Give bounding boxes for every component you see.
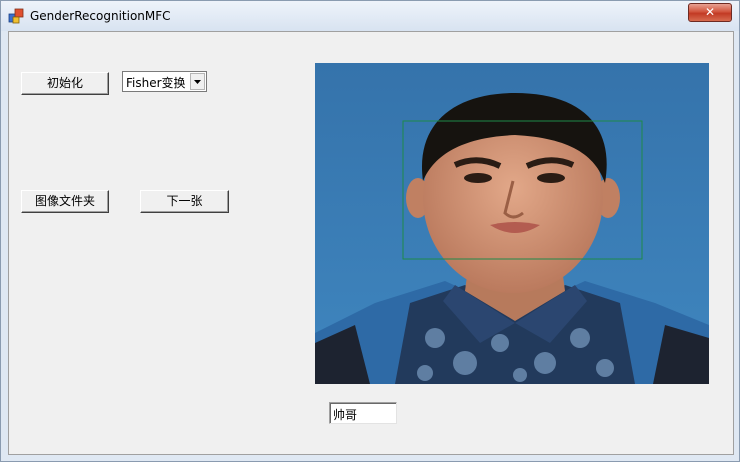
init-button[interactable]: 初始化: [21, 72, 109, 95]
dialog-client-area: 初始化 Fisher变换 图像文件夹 下一张 帅哥: [8, 31, 734, 455]
method-select-value: Fisher变换: [126, 76, 186, 90]
dropdown-arrow-button[interactable]: [190, 73, 205, 90]
image-folder-button[interactable]: 图像文件夹: [21, 190, 109, 213]
gender-result-value: 帅哥: [333, 408, 358, 422]
next-image-button[interactable]: 下一张: [140, 190, 229, 213]
window-title: GenderRecognitionMFC: [30, 9, 171, 23]
close-button[interactable]: ✕: [688, 3, 732, 22]
main-window: GenderRecognitionMFC ✕ 初始化 Fisher变换 图像文件…: [0, 0, 740, 462]
method-select[interactable]: Fisher变换: [122, 71, 207, 92]
chevron-down-icon: [194, 80, 201, 84]
close-icon: ✕: [704, 5, 716, 19]
gender-result-field[interactable]: 帅哥: [329, 402, 397, 424]
title-bar[interactable]: GenderRecognitionMFC ✕: [1, 1, 739, 31]
face-photo: [315, 63, 709, 384]
app-icon: [8, 8, 24, 24]
